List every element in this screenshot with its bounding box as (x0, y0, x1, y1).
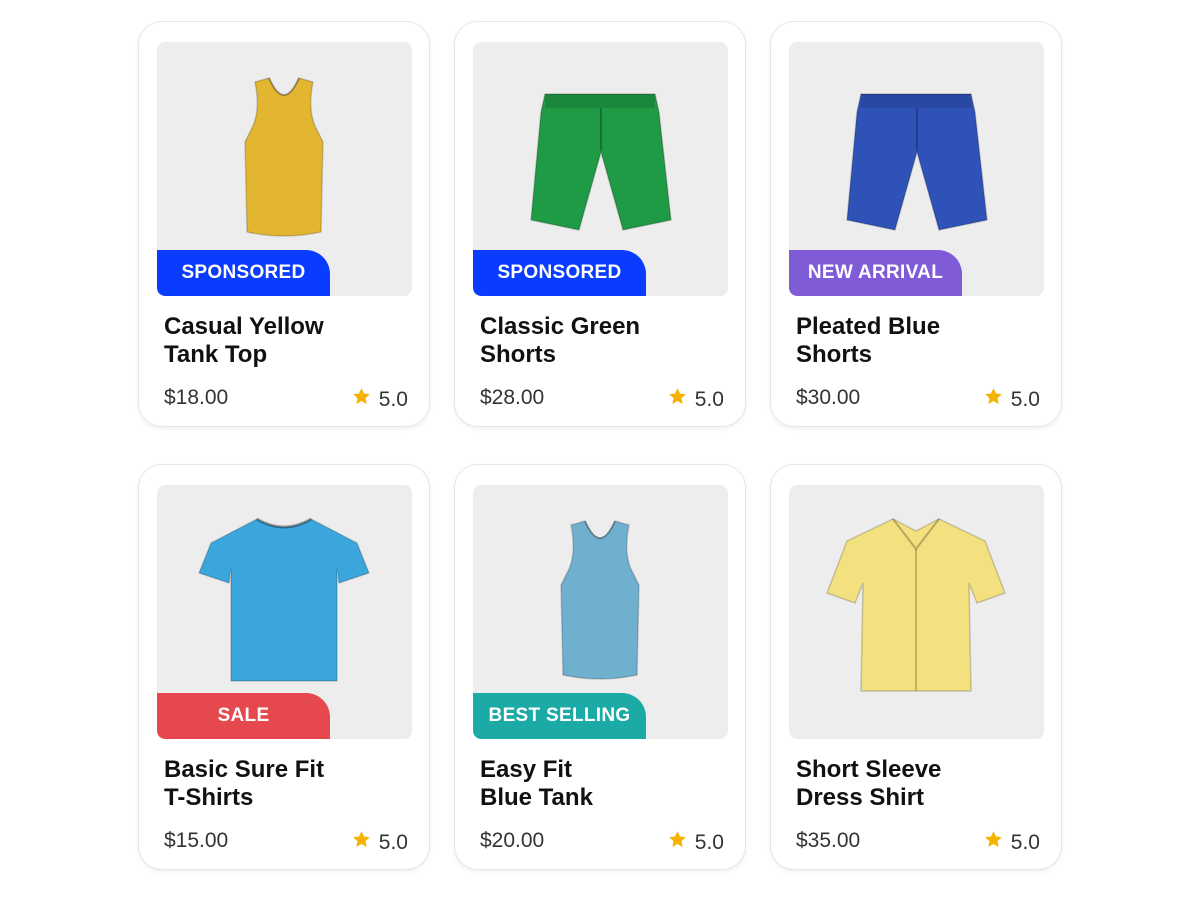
product-card[interactable]: BEST SELLING Easy Fit Blue Tank $20.00 5… (454, 464, 746, 870)
product-rating: 5.0 (351, 829, 408, 856)
product-title[interactable]: Classic Green Shorts (480, 313, 720, 369)
product-card[interactable]: NEW ARRIVAL Pleated Blue Shorts $30.00 5… (770, 21, 1062, 427)
yellow-dress-shirt-image[interactable] (789, 485, 1044, 739)
product-card[interactable]: SPONSORED Casual Yellow Tank Top $18.00 … (138, 21, 430, 427)
product-card[interactable]: Short Sleeve Dress Shirt $35.00 5.0 (770, 464, 1062, 870)
product-rating: 5.0 (983, 386, 1040, 413)
rating-value: 5.0 (694, 830, 724, 854)
rating-value: 5.0 (1010, 387, 1040, 411)
product-price: $28.00 (480, 386, 545, 409)
rating-value: 5.0 (694, 387, 724, 411)
blue-shorts-image[interactable]: NEW ARRIVAL (789, 42, 1044, 296)
product-price: $30.00 (796, 386, 861, 409)
product-rating: 5.0 (351, 386, 408, 413)
product-badge: BEST SELLING (473, 693, 646, 739)
product-badge: NEW ARRIVAL (789, 250, 962, 296)
product-badge: SPONSORED (157, 250, 330, 296)
product-grid: SPONSORED Casual Yellow Tank Top $18.00 … (138, 21, 1062, 870)
product-rating: 5.0 (667, 386, 724, 413)
rating-value: 5.0 (378, 830, 408, 854)
product-card[interactable]: SALE Basic Sure Fit T-Shirts $15.00 5.0 (138, 464, 430, 870)
rating-value: 5.0 (1010, 830, 1040, 854)
blue-tank-image[interactable]: BEST SELLING (473, 485, 728, 739)
product-title[interactable]: Casual Yellow Tank Top (164, 313, 404, 369)
star-icon (667, 386, 688, 413)
star-icon (983, 386, 1004, 413)
product-title[interactable]: Pleated Blue Shorts (796, 313, 1036, 369)
product-title[interactable]: Basic Sure Fit T-Shirts (164, 756, 404, 812)
product-price: $35.00 (796, 829, 861, 852)
product-price: $15.00 (164, 829, 229, 852)
star-icon (351, 386, 372, 413)
product-badge: SPONSORED (473, 250, 646, 296)
product-badge: SALE (157, 693, 330, 739)
blue-tshirt-image[interactable]: SALE (157, 485, 412, 739)
yellow-tank-top-image[interactable]: SPONSORED (157, 42, 412, 296)
product-rating: 5.0 (667, 829, 724, 856)
rating-value: 5.0 (378, 387, 408, 411)
star-icon (667, 829, 688, 856)
product-title[interactable]: Short Sleeve Dress Shirt (796, 756, 1036, 812)
star-icon (983, 829, 1004, 856)
green-shorts-image[interactable]: SPONSORED (473, 42, 728, 296)
product-card[interactable]: SPONSORED Classic Green Shorts $28.00 5.… (454, 21, 746, 427)
product-rating: 5.0 (983, 829, 1040, 856)
product-price: $18.00 (164, 386, 229, 409)
product-price: $20.00 (480, 829, 545, 852)
product-title[interactable]: Easy Fit Blue Tank (480, 756, 720, 812)
star-icon (351, 829, 372, 856)
